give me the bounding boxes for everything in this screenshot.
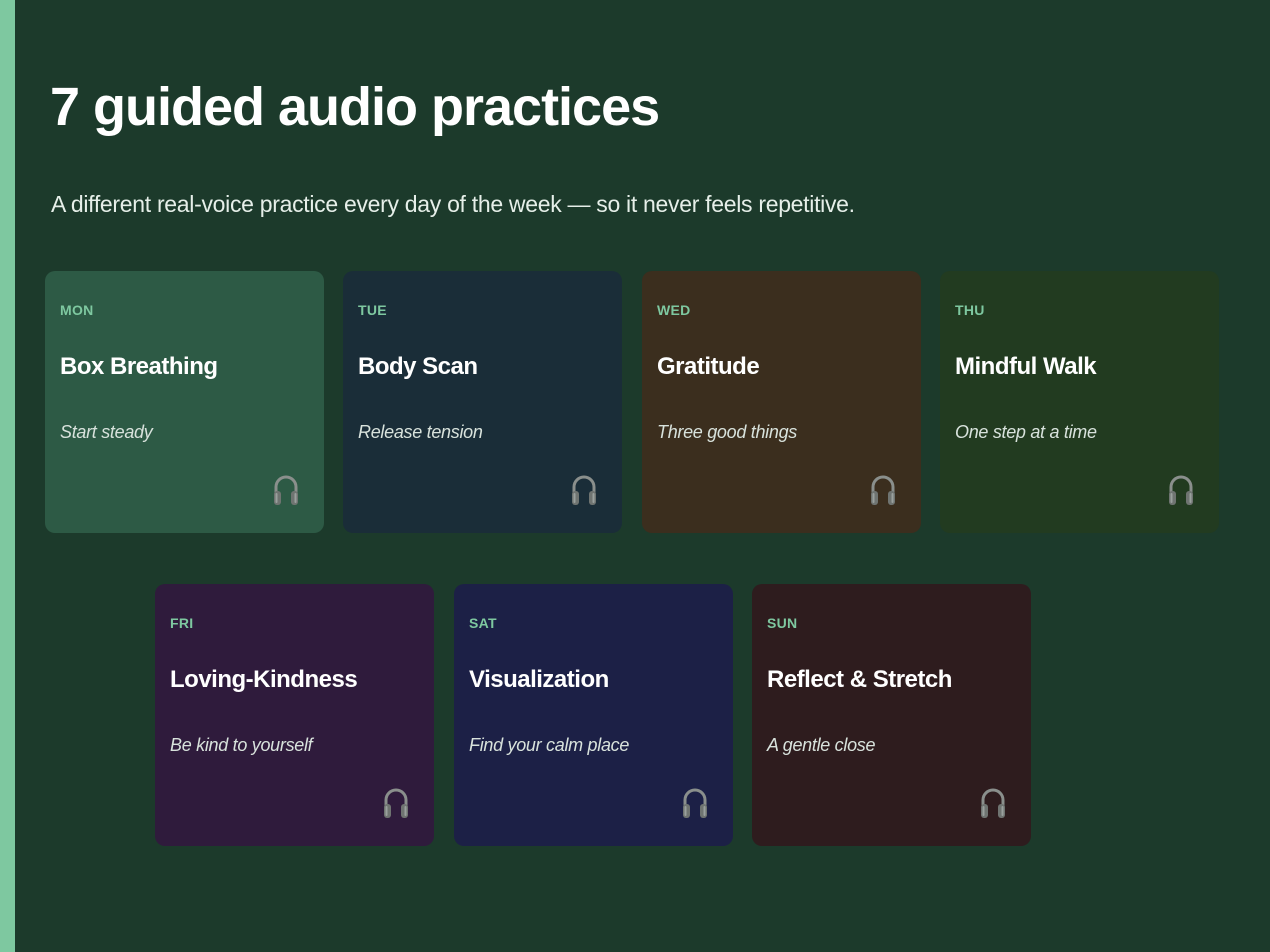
card-title: Loving-Kindness	[170, 666, 358, 693]
card-title: Mindful Walk	[955, 353, 1097, 380]
card-day: THU	[955, 302, 985, 318]
headphones-icon	[1167, 473, 1195, 507]
card-title: Body Scan	[358, 353, 478, 380]
card-title: Box Breathing	[60, 353, 218, 380]
card-day: SUN	[767, 615, 798, 631]
card-title: Gratitude	[657, 353, 760, 380]
accent-bar	[0, 0, 15, 952]
card-tagline: Start steady	[60, 422, 153, 442]
practice-card-mon[interactable]: MON Box Breathing Start steady	[45, 271, 324, 533]
card-day: TUE	[358, 302, 387, 318]
card-tagline: Find your calm place	[469, 735, 630, 755]
headphones-icon	[272, 473, 300, 507]
page-subtitle: A different real-voice practice every da…	[51, 191, 855, 217]
card-day: WED	[657, 302, 691, 318]
headphones-icon	[570, 473, 598, 507]
card-tagline: Three good things	[657, 422, 797, 442]
practice-card-tue[interactable]: TUE Body Scan Release tension	[343, 271, 622, 533]
headphones-icon	[382, 786, 410, 820]
practice-card-sat[interactable]: SAT Visualization Find your calm place	[454, 584, 733, 846]
practice-card-thu[interactable]: THU Mindful Walk One step at a time	[940, 271, 1219, 533]
card-tagline: A gentle close	[767, 735, 876, 755]
headphones-icon	[979, 786, 1007, 820]
card-tagline: Release tension	[358, 422, 483, 442]
card-tagline: Be kind to yourself	[170, 735, 313, 755]
page-title: 7 guided audio practices	[50, 77, 660, 137]
card-title: Visualization	[469, 666, 609, 693]
practice-card-fri[interactable]: FRI Loving-Kindness Be kind to yourself	[155, 584, 434, 846]
practice-card-sun[interactable]: SUN Reflect & Stretch A gentle close	[752, 584, 1031, 846]
card-day: FRI	[170, 615, 194, 631]
practice-card-wed[interactable]: WED Gratitude Three good things	[642, 271, 921, 533]
card-tagline: One step at a time	[955, 422, 1097, 442]
card-title: Reflect & Stretch	[767, 666, 952, 693]
headphones-icon	[681, 786, 709, 820]
headphones-icon	[869, 473, 897, 507]
card-day: SAT	[469, 615, 497, 631]
card-day: MON	[60, 302, 94, 318]
